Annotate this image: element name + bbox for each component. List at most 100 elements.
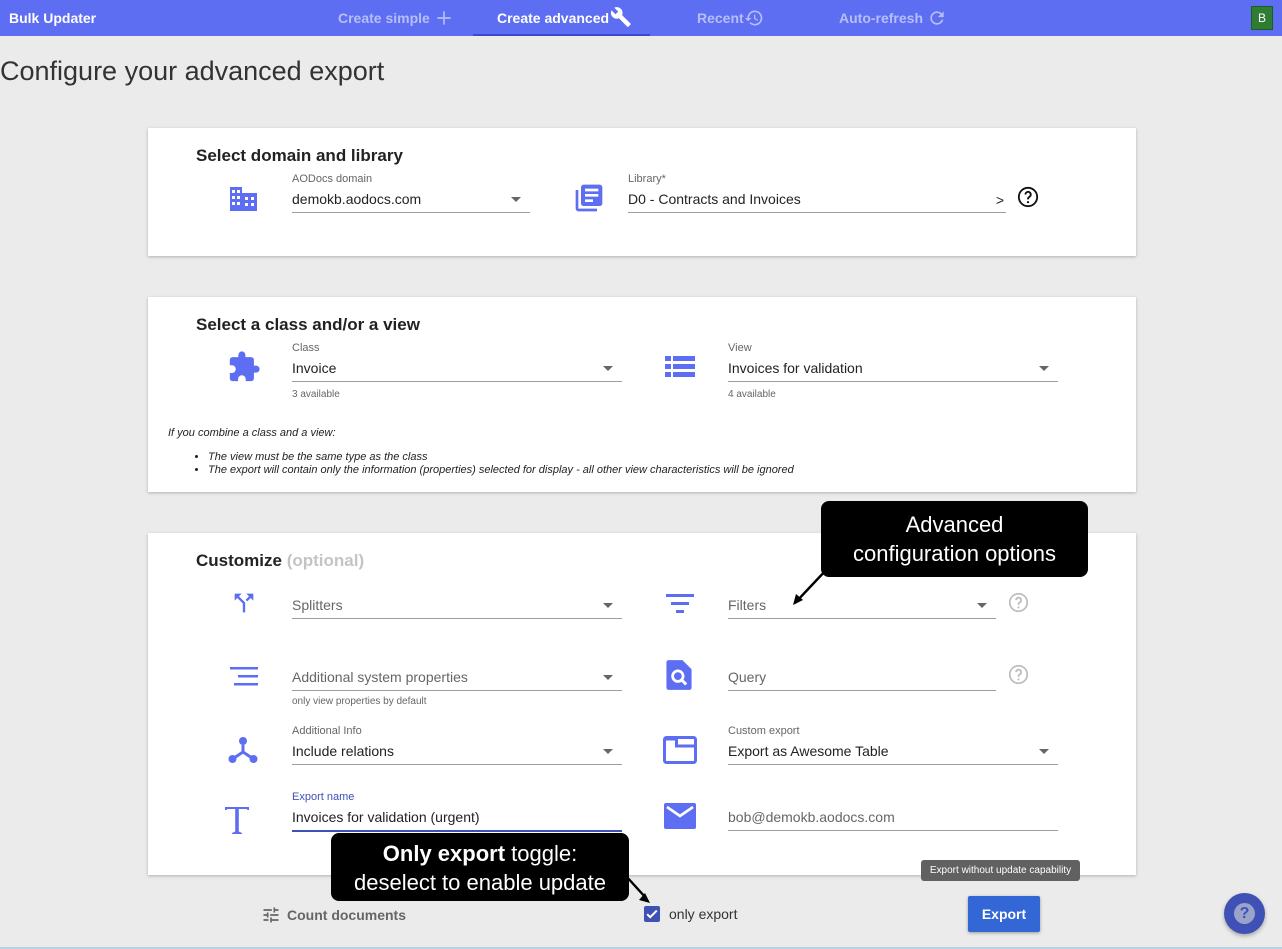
page-title: Configure your advanced export [0, 56, 385, 86]
callout-arrow [793, 567, 829, 605]
library-value: D0 - Contracts and Invoices [628, 191, 801, 207]
active-tab-indicator [473, 34, 650, 36]
tune-icon [263, 907, 279, 923]
only-export-checkbox[interactable] [644, 906, 660, 922]
additional-info-select[interactable]: Additional Info Include relations [292, 725, 622, 765]
splitters-select[interactable]: Splitters [292, 587, 622, 619]
library-select[interactable]: Library* D0 - Contracts and Invoices > [628, 173, 1006, 213]
system-properties-hint: only view properties by default [292, 696, 427, 707]
filters-placeholder: Filters [728, 597, 767, 613]
history-icon [744, 10, 763, 26]
view-underline [728, 381, 1058, 382]
custom-export-value: Export as Awesome Table [728, 743, 889, 759]
export-name-underline [292, 830, 622, 832]
count-documents-button[interactable]: Count documents [261, 905, 406, 925]
chevron-down-icon [603, 366, 613, 371]
class-label: Class [292, 342, 320, 354]
split-icon [234, 593, 254, 613]
splitters-placeholder: Splitters [292, 597, 343, 613]
check-icon [646, 909, 658, 919]
additional-info-underline [292, 764, 622, 765]
domain-value: demokb.aodocs.com [292, 191, 422, 207]
tab-recent[interactable]: Recent [697, 0, 764, 36]
callout-line: configuration options [852, 541, 1057, 566]
search-doc-icon [666, 660, 692, 690]
email-placeholder: bob@demokb.aodocs.com [728, 809, 895, 825]
custom-export-select[interactable]: Custom export Export as Awesome Table [728, 725, 1058, 765]
additional-info-value: Include relations [292, 743, 394, 759]
chevron-down-icon [603, 749, 613, 754]
additional-info-label: Additional Info [292, 725, 362, 737]
note-intro: If you combine a class and a view: [168, 427, 336, 439]
app-name: Bulk Updater [9, 10, 97, 26]
advanced-config-callout: Advanced configuration options [821, 501, 1088, 577]
view-label: View [728, 342, 752, 354]
callout-line: deselect to enable update [354, 870, 606, 895]
text-icon [225, 807, 249, 834]
export-name-field[interactable]: Export name Invoices for validation (urg… [292, 791, 622, 833]
system-properties-select[interactable]: Additional system properties only view p… [292, 659, 622, 707]
mail-icon [664, 803, 696, 829]
customize-card: Customize (optional) Splitters Filters A… [148, 533, 1136, 875]
email-underline [728, 830, 1058, 831]
tab-create-advanced[interactable]: Create advanced [497, 0, 633, 36]
help-icon[interactable] [1008, 664, 1029, 685]
customize-section-title: Customize (optional) [196, 551, 364, 571]
filters-underline [728, 618, 996, 619]
system-properties-underline [292, 690, 622, 691]
class-view-card: Select a class and/or a view Class Invoi… [148, 297, 1136, 492]
query-underline [728, 690, 996, 691]
chevron-down-icon [603, 675, 613, 680]
library-icon [575, 184, 603, 212]
export-name-value: Invoices for validation (urgent) [292, 809, 480, 825]
wrench-icon [610, 7, 631, 27]
tab-create-advanced-label: Create advanced [497, 10, 610, 26]
domain-section-title: Select domain and library [196, 146, 403, 165]
export-name-label: Export name [292, 791, 355, 803]
library-label: Library* [628, 173, 666, 185]
custom-export-label: Custom export [728, 725, 800, 737]
help-fab[interactable]: ? [1224, 893, 1265, 934]
custom-export-underline [728, 764, 1058, 765]
help-icon[interactable] [1017, 186, 1039, 208]
puzzle-icon [229, 351, 260, 382]
class-section-title: Select a class and/or a view [196, 315, 420, 334]
view-select[interactable]: View Invoices for validation 4 available [728, 342, 1058, 400]
only-export-label[interactable]: only export [669, 906, 737, 922]
note-item: The export will contain only the informa… [208, 464, 794, 476]
chevron-down-icon [603, 603, 613, 608]
callout-line: Advanced [905, 512, 1004, 537]
class-value: Invoice [292, 360, 337, 376]
top-bar: Bulk Updater Create simple Create advanc… [0, 0, 1282, 36]
tab-auto-refresh-label: Auto-refresh [839, 10, 924, 26]
relations-icon [228, 737, 258, 763]
help-icon[interactable] [1008, 592, 1029, 613]
tab-auto-refresh[interactable]: Auto-refresh [839, 0, 947, 36]
tab-create-simple[interactable]: Create simple [338, 0, 454, 36]
callout-line: Only export toggle: [331, 839, 629, 868]
query-input[interactable]: Query [728, 659, 996, 691]
tab-recent-label: Recent [697, 10, 744, 26]
library-arrow: > [995, 192, 1004, 208]
avatar[interactable]: B [1251, 6, 1273, 30]
filters-select[interactable]: Filters [728, 587, 996, 619]
domain-library-card: Select domain and library AODocs domain … [148, 128, 1136, 256]
class-underline [292, 381, 622, 382]
class-hint: 3 available [292, 389, 340, 400]
callout-text: toggle: [505, 841, 578, 866]
view-hint: 4 available [728, 389, 776, 400]
filter-icon [666, 594, 694, 613]
building-icon [230, 187, 257, 211]
chevron-down-icon [1039, 366, 1049, 371]
email-field[interactable]: bob@demokb.aodocs.com [728, 799, 1058, 831]
class-select[interactable]: Class Invoice 3 available [292, 342, 622, 400]
sort-lines-icon [230, 667, 258, 686]
customize-title: Customize [196, 551, 282, 570]
customize-title-suffix: (optional) [286, 551, 365, 570]
domain-select[interactable]: AODocs domain demokb.aodocs.com [292, 173, 530, 213]
count-documents-label: Count documents [287, 907, 406, 923]
chevron-down-icon [511, 197, 521, 202]
chevron-down-icon [977, 603, 987, 608]
tab-create-simple-label: Create simple [338, 10, 430, 26]
export-button[interactable]: Export [968, 896, 1040, 932]
